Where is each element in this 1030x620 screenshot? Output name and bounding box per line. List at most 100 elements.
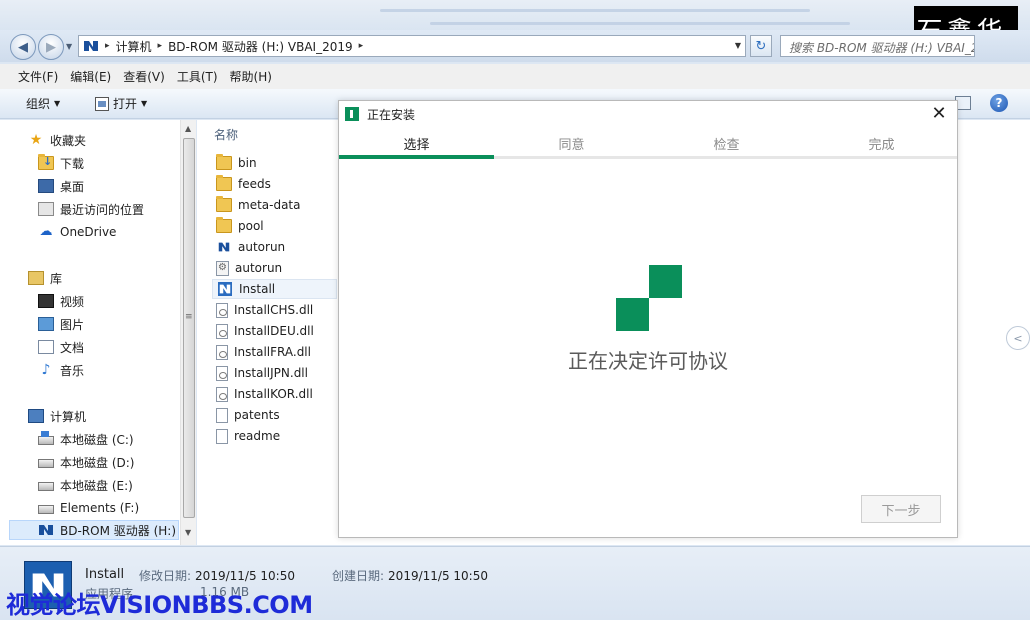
nav-item-drive-d[interactable]: 本地磁盘 (D:)	[0, 452, 134, 472]
file-row[interactable]: InstallDEU.dll	[212, 321, 337, 341]
scroll-down-icon[interactable]: ▼	[185, 528, 191, 537]
menu-edit[interactable]: 编辑(E)	[64, 68, 117, 85]
breadcrumb-computer[interactable]: 计算机	[116, 38, 152, 55]
nav-item-pictures[interactable]: 图片	[0, 314, 84, 334]
file-name: bin	[238, 156, 257, 170]
file-row[interactable]: patents	[212, 405, 337, 425]
file-name: feeds	[238, 177, 271, 191]
organize-button[interactable]: 组织 ▼	[26, 95, 60, 112]
scroll-up-icon[interactable]: ▲	[185, 124, 191, 133]
column-header-name[interactable]: 名称	[214, 126, 238, 143]
dll-file-icon	[216, 365, 228, 381]
ni-logo-icon	[84, 41, 98, 51]
refresh-icon: ↻	[755, 38, 767, 54]
close-icon[interactable]: ✕	[929, 103, 949, 124]
picture-icon	[38, 317, 54, 331]
search-input[interactable]: 搜索 BD-ROM 驱动器 (H:) VBAI_2019	[780, 35, 975, 57]
folder-icon	[216, 175, 232, 191]
file-name: autorun	[235, 261, 283, 275]
scroll-thumb[interactable]	[183, 138, 195, 518]
menu-file[interactable]: 文件(F)	[12, 68, 64, 85]
file-row[interactable]: feeds	[212, 174, 337, 194]
dll-file-icon	[216, 386, 228, 402]
file-row[interactable]: InstallCHS.dll	[212, 300, 337, 320]
nav-item-downloads[interactable]: 下载	[0, 153, 84, 173]
recent-pages-dropdown[interactable]: ▼	[66, 42, 72, 51]
file-row[interactable]: InstallJPN.dll	[212, 363, 337, 383]
nav-item-label: 本地磁盘 (C:)	[60, 432, 134, 447]
nav-item-drive-e[interactable]: 本地磁盘 (E:)	[0, 475, 133, 495]
open-button[interactable]: 打开 ▼	[95, 95, 147, 112]
file-name: InstallDEU.dll	[234, 324, 314, 338]
nav-item-label: 音乐	[60, 363, 85, 378]
modified-label: 修改日期:	[139, 569, 192, 583]
menu-view[interactable]: 查看(V)	[117, 68, 171, 85]
file-row[interactable]: autorun	[212, 237, 337, 257]
grip-icon: ≡	[185, 312, 193, 322]
dll-file-icon	[216, 344, 228, 360]
next-button[interactable]: 下一步	[861, 495, 941, 523]
created-value: 2019/11/5 10:50	[388, 569, 488, 583]
file-row[interactable]: InstallFRA.dll	[212, 342, 337, 362]
file-row[interactable]: readme	[212, 426, 337, 446]
file-icon	[216, 428, 228, 444]
downloads-folder-icon	[38, 154, 54, 170]
created-label: 创建日期:	[332, 569, 385, 583]
address-dropdown-icon[interactable]: ▼	[735, 41, 741, 50]
dll-file-icon	[216, 323, 228, 339]
file-row[interactable]: autorun	[212, 258, 337, 278]
details-modified: 修改日期: 2019/11/5 10:50	[139, 567, 295, 584]
nav-item-videos[interactable]: 视频	[0, 291, 84, 311]
file-row[interactable]: InstallKOR.dll	[212, 384, 337, 404]
open-icon	[95, 96, 109, 111]
star-icon: ★	[29, 132, 43, 148]
nav-item-desktop[interactable]: 桌面	[0, 176, 84, 196]
nav-item-drive-f[interactable]: Elements (F:)	[0, 498, 139, 518]
nav-item-onedrive[interactable]: ☁ OneDrive	[0, 222, 117, 242]
menu-help[interactable]: 帮助(H)	[224, 68, 278, 85]
nav-item-drive-h[interactable]: BD-ROM 驱动器 (H:)	[9, 520, 179, 540]
nav-favorites[interactable]: ★ 收藏夹	[0, 130, 86, 150]
refresh-button[interactable]: ↻	[750, 35, 772, 57]
help-icon[interactable]: ?	[990, 94, 1008, 112]
watermark-text: 视觉论坛VISIONBBS.COM	[6, 591, 313, 619]
nav-item-drive-c[interactable]: 本地磁盘 (C:)	[0, 429, 134, 449]
chevron-left-icon: <	[1013, 331, 1023, 345]
organize-label: 组织	[26, 97, 51, 111]
nav-item-documents[interactable]: 文档	[0, 337, 84, 357]
breadcrumb-drive[interactable]: BD-ROM 驱动器 (H:) VBAI_2019	[168, 38, 353, 55]
nav-libraries[interactable]: 库	[0, 268, 62, 288]
nav-item-music[interactable]: ♪ 音乐	[0, 360, 84, 380]
nav-computer[interactable]: 计算机	[0, 406, 86, 426]
nav-scrollbar[interactable]: ▲ ≡ ▼	[180, 120, 196, 545]
file-name: InstallCHS.dll	[234, 303, 314, 317]
drive-icon	[38, 459, 54, 468]
dll-file-icon	[216, 302, 228, 318]
back-button[interactable]: ◀	[10, 34, 36, 60]
file-row[interactable]: meta-data	[212, 195, 337, 215]
file-name: readme	[234, 429, 281, 443]
nav-item-recent-places[interactable]: 最近访问的位置	[0, 199, 144, 219]
background-window-strip	[0, 0, 1030, 30]
document-icon	[38, 340, 54, 354]
nav-item-label: 视频	[60, 294, 85, 309]
arrow-right-icon: ▶	[46, 39, 56, 55]
nav-libraries-label: 库	[50, 271, 63, 286]
navigation-pane: ★ 收藏夹 下载 桌面 最近访问的位置 ☁ OneDrive 库 视频 图片 文…	[0, 120, 196, 545]
chevron-down-icon: ▼	[54, 99, 61, 108]
menu-tools[interactable]: 工具(T)	[171, 68, 224, 85]
computer-icon	[28, 409, 44, 423]
step-progress-bar	[339, 155, 494, 159]
nav-item-label: OneDrive	[60, 225, 117, 239]
install-app-icon	[218, 282, 232, 296]
nav-favorites-label: 收藏夹	[50, 133, 87, 148]
file-row[interactable]: Install	[212, 279, 337, 299]
forward-button[interactable]: ▶	[38, 34, 64, 60]
scroll-right-button[interactable]: <	[1006, 326, 1030, 350]
installer-logo-icon	[345, 107, 359, 121]
file-row[interactable]: pool	[212, 216, 337, 236]
dialog-status-text: 正在决定许可协议	[568, 349, 728, 373]
address-bar[interactable]: ▸ 计算机 ▸ BD-ROM 驱动器 (H:) VBAI_2019 ▸ ▼	[78, 35, 746, 57]
file-row[interactable]: bin	[212, 153, 337, 173]
nav-item-label: 本地磁盘 (E:)	[60, 478, 133, 493]
